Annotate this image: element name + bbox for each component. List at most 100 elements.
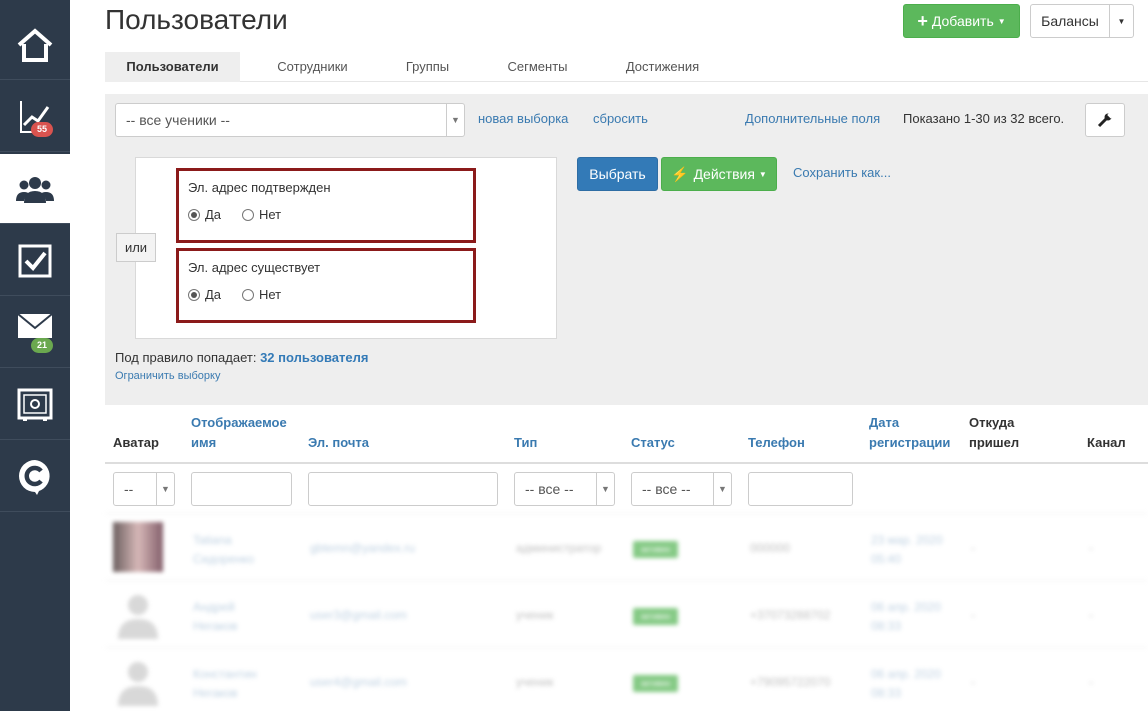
- user-phone: +37073288702: [750, 608, 831, 622]
- col-type[interactable]: Тип: [514, 433, 537, 453]
- balances-dropdown-button[interactable]: ▼: [1109, 4, 1134, 38]
- condition-label: Эл. адрес подтвержден: [188, 180, 331, 195]
- status-badge: активен: [633, 608, 679, 625]
- user-source: -: [971, 675, 975, 689]
- stats-badge: 55: [31, 122, 54, 137]
- name-filter-input[interactable]: [191, 472, 292, 506]
- rule-count-link[interactable]: 32 пользователя: [260, 350, 368, 365]
- user-channel: -: [1089, 675, 1093, 689]
- extra-fields-link[interactable]: Дополнительные поля: [745, 111, 880, 126]
- caret-down-icon: ▼: [156, 473, 174, 505]
- col-email[interactable]: Эл. почта: [308, 433, 369, 453]
- status-filter-select[interactable]: -- все -- ▼: [631, 472, 732, 506]
- add-button[interactable]: + Добавить ▼: [903, 4, 1020, 38]
- sidebar-item-mail[interactable]: 21: [0, 298, 70, 368]
- add-button-label: Добавить: [931, 13, 994, 29]
- sidebar-item-users[interactable]: [0, 154, 70, 224]
- or-button[interactable]: или: [116, 233, 156, 262]
- user-date-line2: 05:40: [871, 552, 902, 566]
- condition-label: Эл. адрес существует: [188, 260, 321, 275]
- actions-button[interactable]: ⚡ Действия ▼: [661, 157, 777, 191]
- radio-no[interactable]: Нет: [242, 207, 281, 222]
- user-name[interactable]: Tatiana Сидоренко: [193, 531, 254, 569]
- header-divider: [105, 462, 1148, 464]
- table-row[interactable]: Tatiana Сидоренко gbtemn@yandex.ru админи…: [105, 513, 1148, 580]
- home-icon: [17, 27, 53, 62]
- radio-no[interactable]: Нет: [242, 287, 281, 302]
- user-name[interactable]: Константин Негаков: [193, 665, 257, 703]
- reset-link[interactable]: сбросить: [593, 111, 648, 126]
- col-registration[interactable]: Дата регистрации: [869, 413, 950, 453]
- sidebar-item-home[interactable]: [0, 10, 70, 80]
- radio-yes[interactable]: Да: [188, 287, 221, 302]
- user-email[interactable]: gbtemn@yandex.ru: [310, 541, 415, 555]
- user-date: 23 мар. 2020 05:40: [871, 531, 943, 569]
- actions-label: Действия: [693, 166, 755, 182]
- user-date: 06 апр. 2020 08:33: [871, 665, 941, 703]
- tab-users[interactable]: Пользователи: [105, 52, 240, 82]
- table-row[interactable]: Константин Негаков user4@gmail.com ученик…: [105, 647, 1148, 714]
- user-date-line2: 08:33: [871, 619, 902, 633]
- choose-button[interactable]: Выбрать: [577, 157, 658, 191]
- user-phone: +79095722070: [750, 675, 831, 689]
- col-source: Откуда пришел: [969, 413, 1019, 453]
- rule-box: или Эл. адрес подтвержден Да Нет Эл. адр…: [116, 157, 557, 339]
- avatar: [118, 595, 158, 639]
- save-as-link[interactable]: Сохранить как...: [793, 165, 891, 180]
- col-src-line2: пришел: [969, 435, 1020, 450]
- user-name-line1: Андрей: [193, 600, 235, 614]
- col-reg-line1: Дата: [869, 415, 900, 430]
- sidebar-item-tasks[interactable]: [0, 226, 70, 296]
- user-email[interactable]: user4@gmail.com: [310, 675, 407, 689]
- condition-email-confirmed: Эл. адрес подтвержден Да Нет: [176, 168, 476, 243]
- col-phone[interactable]: Телефон: [748, 433, 805, 453]
- tab-segments[interactable]: Сегменты: [490, 52, 585, 82]
- table-row[interactable]: Андрей Негаков user3@gmail.com ученик акт…: [105, 580, 1148, 647]
- main-content: Пользователи + Добавить ▼ Балансы ▼ Поль…: [70, 0, 1148, 711]
- users-icon: [16, 176, 54, 203]
- wrench-icon: [1097, 112, 1113, 128]
- balances-button[interactable]: Балансы: [1030, 4, 1110, 38]
- col-name[interactable]: Отображаемое имя: [191, 413, 287, 453]
- sidebar-item-logo[interactable]: [0, 442, 70, 512]
- user-email[interactable]: user3@gmail.com: [310, 608, 407, 622]
- tab-bar: Пользователи Сотрудники Группы Сегменты …: [105, 52, 1148, 82]
- radio-checked-icon: [188, 208, 200, 221]
- caret-down-icon: ▼: [446, 104, 464, 136]
- lightning-icon: ⚡: [671, 165, 689, 182]
- radio-yes[interactable]: Да: [188, 207, 221, 222]
- email-filter-input[interactable]: [308, 472, 498, 506]
- settings-button[interactable]: [1085, 103, 1125, 137]
- sidebar-item-safe[interactable]: [0, 370, 70, 440]
- user-source: -: [971, 608, 975, 622]
- tab-achievements[interactable]: Достижения: [610, 52, 715, 82]
- tab-groups[interactable]: Группы: [390, 52, 465, 82]
- sidebar-item-stats[interactable]: 55: [0, 82, 70, 152]
- tab-employees[interactable]: Сотрудники: [260, 52, 365, 82]
- caret-down-icon: ▼: [997, 16, 1006, 26]
- user-type: ученик: [516, 608, 554, 622]
- caret-down-icon: ▼: [758, 169, 767, 179]
- phone-filter-input[interactable]: [748, 472, 853, 506]
- type-filter-select[interactable]: -- все -- ▼: [514, 472, 615, 506]
- new-selection-link[interactable]: новая выборка: [478, 111, 568, 126]
- caret-down-icon: ▼: [1117, 16, 1126, 26]
- checkbox-icon: [18, 244, 52, 277]
- filter-panel: -- все ученики -- ▼ новая выборка сброси…: [105, 94, 1148, 405]
- status-badge: активен: [633, 541, 679, 558]
- caret-down-icon: ▼: [713, 473, 731, 505]
- user-name[interactable]: Андрей Негаков: [193, 598, 238, 636]
- mail-badge: 21: [31, 338, 54, 353]
- col-src-line1: Откуда: [969, 415, 1015, 430]
- user-phone: 000000: [750, 541, 791, 555]
- user-date: 06 апр. 2020 08:33: [871, 598, 941, 636]
- col-status[interactable]: Статус: [631, 433, 675, 453]
- limit-selection-link[interactable]: Ограничить выборку: [115, 370, 220, 382]
- avatar-filter-select[interactable]: -- ▼: [113, 472, 175, 506]
- user-date-line1: 06 апр. 2020: [871, 600, 941, 614]
- students-select[interactable]: -- все ученики -- ▼: [115, 103, 465, 137]
- radio-no-label: Нет: [259, 207, 282, 222]
- user-type: ученик: [516, 675, 554, 689]
- user-type: администратор: [516, 541, 602, 555]
- condition-email-exists: Эл. адрес существует Да Нет: [176, 248, 476, 323]
